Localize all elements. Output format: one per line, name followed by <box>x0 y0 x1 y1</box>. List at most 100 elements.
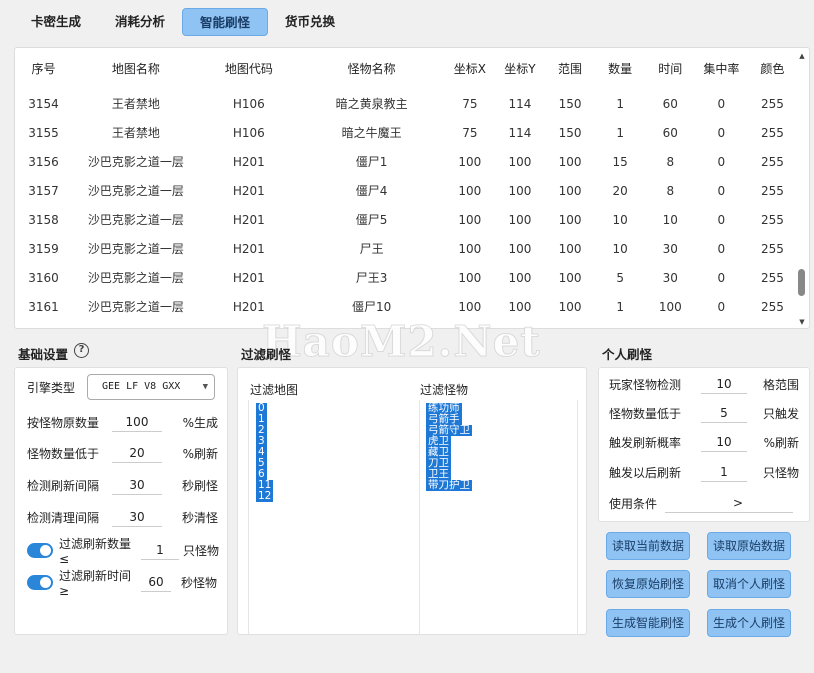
tab-card-generate[interactable]: 卡密生成 <box>14 8 98 36</box>
field-input[interactable]: 5 <box>701 403 747 423</box>
col-header-map-name[interactable]: 地图名称 <box>72 58 200 80</box>
toggle-row: 过滤刷新时间≥ 60 秒怪物 <box>27 569 217 598</box>
table-cell: 75 <box>462 126 478 140</box>
table-cell: 8 <box>666 184 675 198</box>
table-cell: 100 <box>558 271 582 285</box>
field-input[interactable]: 1 <box>701 462 747 482</box>
restore-original-spawn-button[interactable]: 恢复原始刷怪 <box>606 570 690 598</box>
table-cell: 60 <box>662 97 678 111</box>
table-cell: 1 <box>616 97 624 111</box>
col-header-concentration[interactable]: 集中率 <box>695 58 748 80</box>
read-current-data-button[interactable]: 读取当前数据 <box>606 532 690 560</box>
table-row[interactable]: 3159 沙巴克影之道一层 H201 尸王 100 100 100 10 30 0 255 <box>15 235 797 263</box>
help-icon[interactable]: ? <box>74 343 89 358</box>
field-unit: %生成 <box>182 415 218 430</box>
personal-field-row: 触发以后刷新 1 只怪物 <box>609 461 799 483</box>
table-row[interactable]: 3155 王者禁地 H106 暗之牛魔王 75 114 150 1 60 0 255 <box>15 119 797 147</box>
list-item[interactable]: 带刀护卫 <box>426 480 472 491</box>
table-cell: 0 <box>717 155 726 169</box>
chevron-right-icon[interactable]: > <box>665 493 793 513</box>
table-row[interactable]: 3156 沙巴克影之道一层 H201 僵尸1 100 100 100 15 8 0 255 <box>15 148 797 176</box>
toggle-input[interactable]: 1 <box>141 540 179 560</box>
col-header-y[interactable]: 坐标Y <box>494 58 545 80</box>
table-cell: 255 <box>760 271 784 285</box>
tab-smart-spawn[interactable]: 智能刷怪 <box>182 8 269 36</box>
col-header-count[interactable]: 数量 <box>595 58 646 80</box>
table-cell: 100 <box>458 242 482 256</box>
table-cell: 100 <box>458 271 482 285</box>
engine-select[interactable]: GEE LF V8 GXX ▼ <box>87 374 215 400</box>
table-cell: 30 <box>662 242 678 256</box>
tab-currency-exchange[interactable]: 货币兑换 <box>268 8 352 36</box>
table-header: 序号 地图名称 地图代码 怪物名称 坐标X 坐标Y 范围 数量 时间 集中率 颜… <box>15 58 797 80</box>
basic-settings-panel: 引擎类型 GEE LF V8 GXX ▼ 按怪物原数量 100 %生成 怪物数量… <box>14 367 228 635</box>
col-header-time[interactable]: 时间 <box>646 58 695 80</box>
divider <box>248 400 249 634</box>
generate-personal-spawn-button[interactable]: 生成个人刷怪 <box>707 609 791 637</box>
table-row[interactable]: 3161 沙巴克影之道一层 H201 僵尸10 100 100 100 1 100 0 255 <box>15 293 797 321</box>
col-header-monster-name[interactable]: 怪物名称 <box>298 58 445 80</box>
field-input[interactable]: 100 <box>112 412 162 432</box>
table-row[interactable]: 3157 沙巴克影之道一层 H201 僵尸4 100 100 100 20 8 0 255 <box>15 177 797 205</box>
table-row[interactable]: 3160 沙巴克影之道一层 H201 尸王3 100 100 100 5 30 0 255 <box>15 264 797 292</box>
field-unit: 秒刷怪 <box>181 478 218 493</box>
col-header-color[interactable]: 颜色 <box>748 58 797 80</box>
table-cell: 100 <box>508 213 532 227</box>
table-cell <box>595 82 646 90</box>
table-cell: 0 <box>717 126 726 140</box>
personal-panel: 玩家怪物检测 10 格范围 怪物数量低于 5 只触发 触发刷新概率 10 %刷新… <box>598 367 810 522</box>
table-cell: 3157 <box>28 184 59 198</box>
table-row[interactable]: H106 75 <box>15 82 797 90</box>
table-cell: 100 <box>558 242 582 256</box>
col-header-x[interactable]: 坐标X <box>445 58 494 80</box>
table-cell: H201 <box>232 213 265 227</box>
basic-field-row: 按怪物原数量 100 %生成 <box>27 411 218 433</box>
generate-smart-spawn-button[interactable]: 生成智能刷怪 <box>606 609 690 637</box>
field-input[interactable]: 10 <box>701 432 747 452</box>
table-cell <box>494 82 545 90</box>
table-cell: 30 <box>662 271 678 285</box>
field-input[interactable]: 10 <box>701 374 747 394</box>
toggle-input[interactable]: 60 <box>141 572 171 592</box>
filter-monster-list[interactable]: 练功师 弓箭手 弓箭守卫 虎卫 藏卫 刀卫 卫王 带刀护卫 <box>426 403 472 491</box>
table-cell: 尸王3 <box>355 271 388 285</box>
personal-field-row: 触发刷新概率 10 %刷新 <box>609 431 799 453</box>
table-cell: 100 <box>458 184 482 198</box>
table-body: H106753154王者禁地H106暗之黄泉教主7511415016002553… <box>15 82 797 328</box>
field-input[interactable]: 20 <box>112 443 162 463</box>
table-cell: 3154 <box>28 97 59 111</box>
filter-time-toggle[interactable] <box>27 574 53 590</box>
engine-label: 引擎类型 <box>27 380 76 395</box>
table-row[interactable]: 3154 王者禁地 H106 暗之黄泉教主 75 114 150 1 60 0 255 <box>15 90 797 118</box>
table-cell: 0 <box>717 184 726 198</box>
condition-row[interactable]: 使用条件 > <box>609 492 793 514</box>
list-item[interactable]: 12 <box>256 491 274 502</box>
table-cell: 255 <box>760 300 784 314</box>
filter-map-list[interactable]: 0 1 2 3 4 5 6 11 12 <box>256 403 274 502</box>
table-scrollbar[interactable]: ▲ ▼ <box>795 48 809 328</box>
toggle-label: 过滤刷新数量≤ <box>59 536 132 566</box>
table-cell: 1 <box>616 300 624 314</box>
col-header-index[interactable]: 序号 <box>15 58 72 80</box>
engine-row: 引擎类型 <box>27 376 75 398</box>
scroll-up-icon[interactable]: ▲ <box>798 52 806 60</box>
field-label: 怪物数量低于 <box>609 406 682 421</box>
table-cell: 75 <box>462 97 478 111</box>
field-unit: 秒清怪 <box>181 510 218 525</box>
cancel-personal-spawn-button[interactable]: 取消个人刷怪 <box>707 570 791 598</box>
col-header-map-code[interactable]: 地图代码 <box>200 58 298 80</box>
col-header-range[interactable]: 范围 <box>546 58 595 80</box>
field-input[interactable]: 30 <box>112 507 162 527</box>
scroll-down-icon[interactable]: ▼ <box>798 318 806 326</box>
filter-count-toggle[interactable] <box>27 542 53 558</box>
field-input[interactable]: 30 <box>112 475 162 495</box>
field-unit: 格范围 <box>762 377 799 392</box>
field-label: 检测刷新间隔 <box>27 478 100 493</box>
table-cell: 114 <box>508 126 532 140</box>
scroll-thumb[interactable] <box>798 269 805 296</box>
table-cell: H201 <box>232 271 265 285</box>
read-original-data-button[interactable]: 读取原始数据 <box>707 532 791 560</box>
table-row[interactable]: 3158 沙巴克影之道一层 H201 僵尸5 100 100 100 10 10 0 255 <box>15 206 797 234</box>
tab-consumption-analysis[interactable]: 消耗分析 <box>98 8 182 36</box>
table-cell: H106 <box>200 82 298 90</box>
